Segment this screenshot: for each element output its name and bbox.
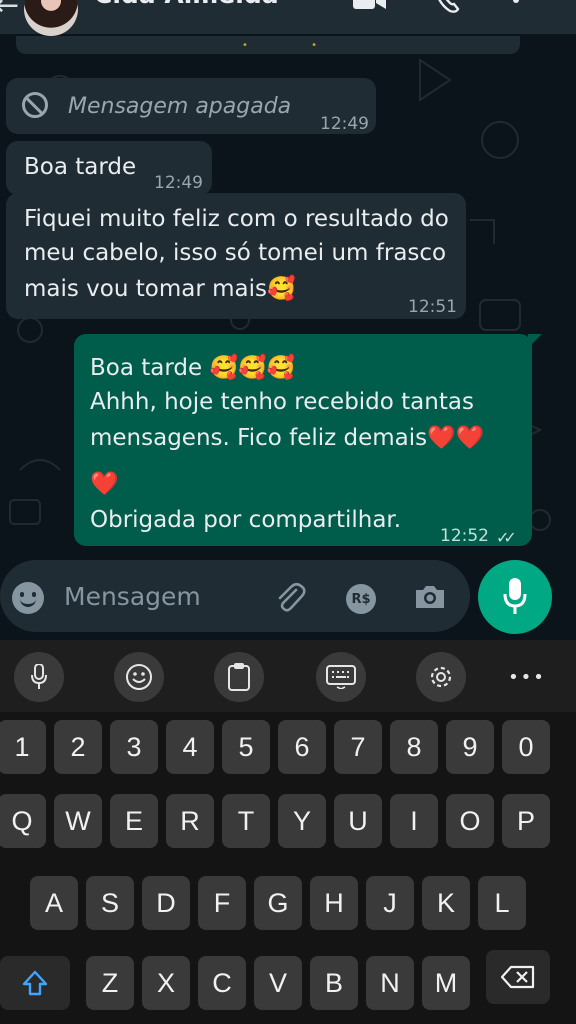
contact-name[interactable]: Cida Almeida [94, 0, 279, 9]
voice-message-button[interactable] [478, 560, 552, 634]
shift-icon [22, 970, 48, 996]
key-4[interactable]: 4 [166, 720, 214, 774]
key-q[interactable]: Q [0, 794, 46, 848]
payment-icon[interactable]: R$ [346, 584, 376, 614]
deleted-icon [22, 92, 48, 118]
key-e[interactable]: E [110, 794, 158, 848]
key-i[interactable]: I [390, 794, 438, 848]
key-5[interactable]: 5 [222, 720, 270, 774]
backspace-icon [501, 965, 535, 989]
message-line: Boa tarde 🥰🥰🥰 [90, 355, 296, 381]
key-9[interactable]: 9 [446, 720, 494, 774]
message-line: mais vou tomar mais🥰 [24, 276, 296, 302]
key-6[interactable]: 6 [278, 720, 326, 774]
key-n[interactable]: N [366, 956, 414, 1010]
arrow-left-icon[interactable]: ← [0, 0, 19, 23]
key-1[interactable]: 1 [0, 720, 46, 774]
key-u[interactable]: U [334, 794, 382, 848]
message-incoming[interactable]: Boa tarde 12:49 [6, 141, 212, 195]
key-t[interactable]: T [222, 794, 270, 848]
key-p[interactable]: P [502, 794, 550, 848]
key-2[interactable]: 2 [54, 720, 102, 774]
chat-header: ← Cida Almeida [0, 0, 576, 36]
bubble-tail [528, 334, 542, 348]
key-m[interactable]: M [422, 956, 470, 1010]
message-input[interactable]: Mensagem [64, 582, 201, 611]
mic-icon [503, 578, 527, 614]
message-line: meu cabelo, isso só tomei um frasco [24, 240, 447, 266]
key-y[interactable]: Y [278, 794, 326, 848]
key-l[interactable]: L [478, 876, 526, 930]
key-a[interactable]: A [30, 876, 78, 930]
avatar[interactable] [24, 0, 78, 36]
key-x[interactable]: X [142, 956, 190, 1010]
message-line: Obrigada por compartilhar. [90, 507, 402, 533]
message-text: Boa tarde [24, 154, 137, 180]
mic-icon[interactable] [14, 652, 64, 702]
message-line: ❤️ [90, 471, 119, 497]
phone-icon[interactable] [430, 0, 466, 14]
key-h[interactable]: H [310, 876, 358, 930]
key-0[interactable]: 0 [502, 720, 550, 774]
read-ticks-icon: ✓✓ [496, 528, 517, 547]
camera-icon[interactable] [414, 582, 446, 617]
key-z[interactable]: Z [86, 956, 134, 1010]
message-line: Ahhh, hoje tenho recebido tantas [90, 389, 474, 415]
key-s[interactable]: S [86, 876, 134, 930]
key-g[interactable]: G [254, 876, 302, 930]
emoji-icon[interactable] [114, 652, 164, 702]
key-d[interactable]: D [142, 876, 190, 930]
settings-icon[interactable] [416, 652, 466, 702]
key-o[interactable]: O [446, 794, 494, 848]
key-j[interactable]: J [366, 876, 414, 930]
emoji-icon[interactable] [12, 582, 44, 614]
message-deleted[interactable]: Mensagem apagada 12:49 [6, 78, 376, 134]
message-time: 12:51 [408, 297, 457, 317]
video-call-icon[interactable] [352, 0, 388, 14]
key-k[interactable]: K [422, 876, 470, 930]
message-line: mensagens. Fico feliz demais❤️❤️ [90, 425, 485, 451]
attach-icon[interactable] [274, 582, 306, 621]
message-time: 12:49 [320, 114, 369, 134]
message-text: Mensagem apagada [68, 94, 292, 119]
message-composer[interactable]: Mensagem R$ [0, 560, 470, 632]
key-7[interactable]: 7 [334, 720, 382, 774]
key-r[interactable]: R [166, 794, 214, 848]
more-vertical-icon[interactable] [498, 0, 534, 14]
previous-message-edge: • • [16, 36, 520, 54]
shift-key[interactable] [0, 956, 70, 1010]
key-b[interactable]: B [310, 956, 358, 1010]
more-icon[interactable]: ••• [502, 652, 552, 702]
key-f[interactable]: F [198, 876, 246, 930]
key-v[interactable]: V [254, 956, 302, 1010]
message-incoming[interactable]: Fiquei muito feliz com o resultado do me… [6, 193, 466, 319]
message-line: Fiquei muito feliz com o resultado do [24, 206, 449, 232]
key-8[interactable]: 8 [390, 720, 438, 774]
message-outgoing[interactable]: Boa tarde 🥰🥰🥰 Ahhh, hoje tenho recebido … [74, 334, 542, 547]
keyboard-toolbar: ••• [0, 640, 576, 712]
keyboard-icon[interactable] [316, 652, 366, 702]
message-time: 12:52 [440, 526, 489, 546]
clipboard-icon[interactable] [214, 652, 264, 702]
backspace-key[interactable] [486, 950, 550, 1004]
key-c[interactable]: C [198, 956, 246, 1010]
key-3[interactable]: 3 [110, 720, 158, 774]
key-w[interactable]: W [54, 794, 102, 848]
